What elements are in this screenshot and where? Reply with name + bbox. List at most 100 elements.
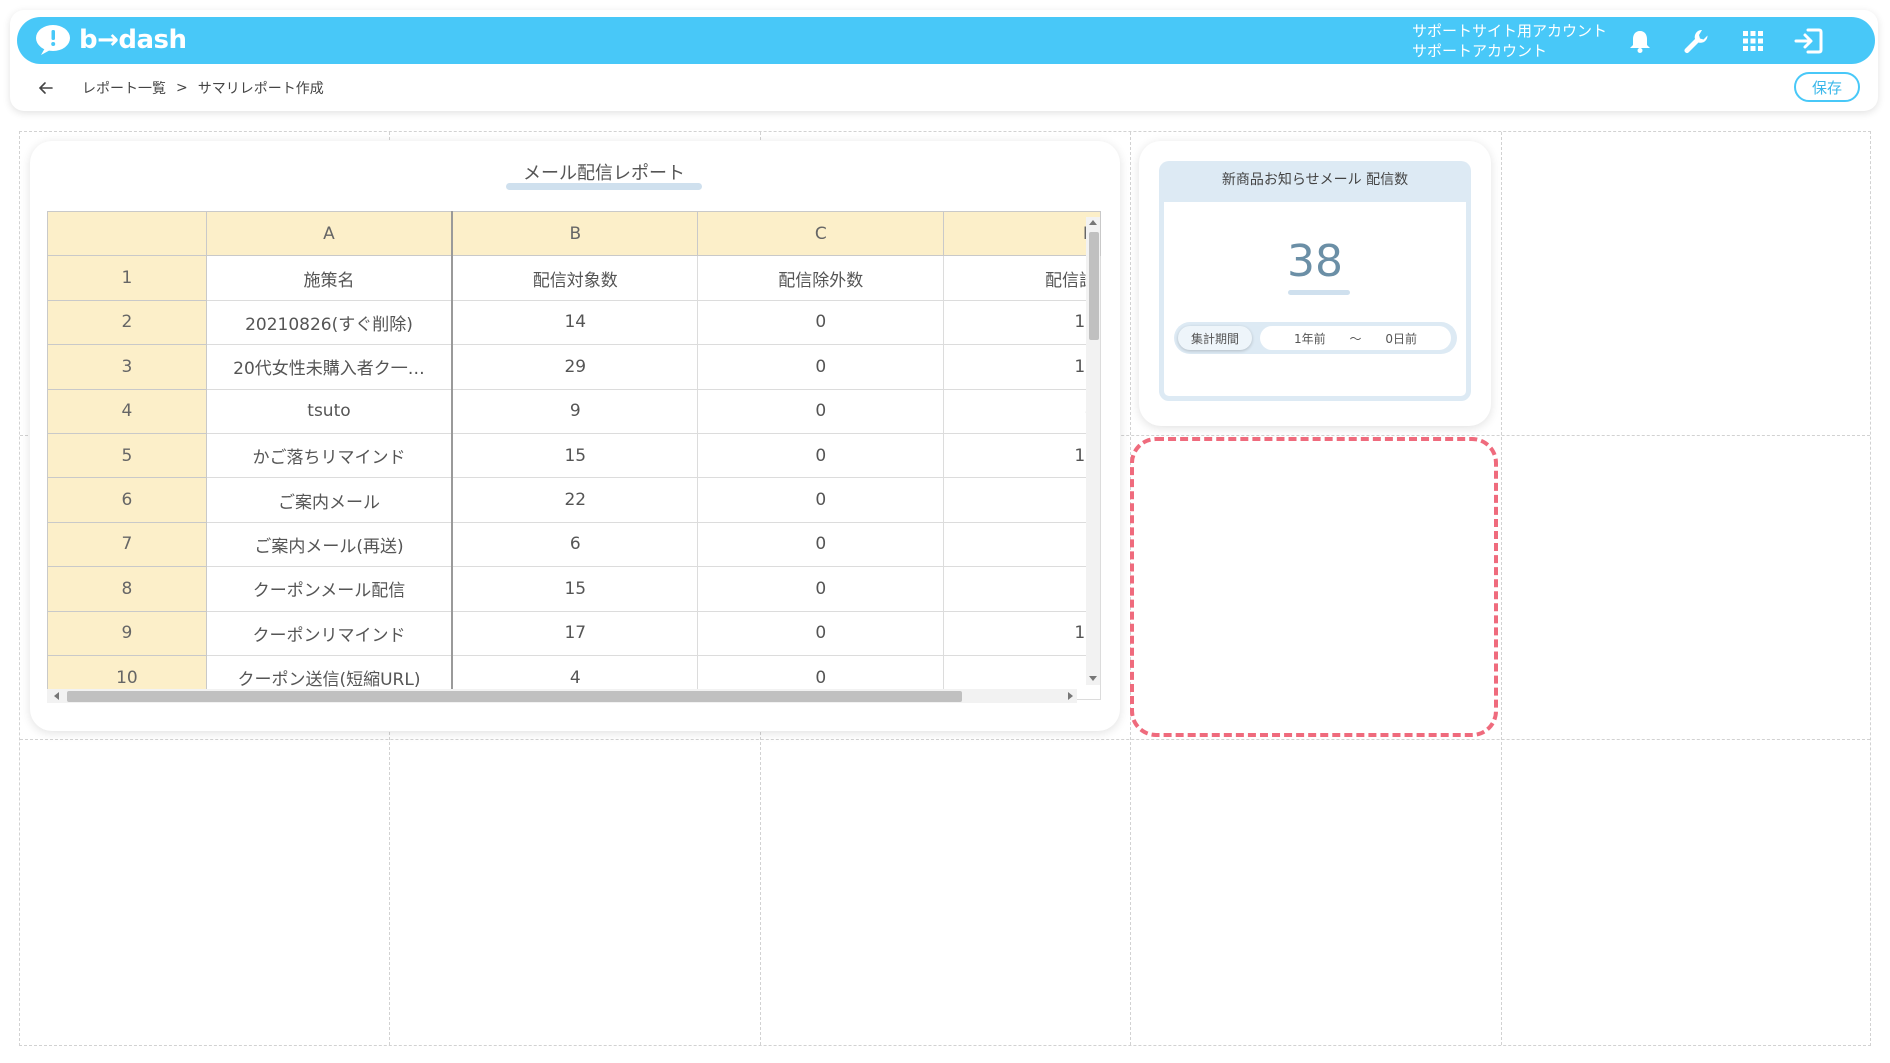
grid-icon[interactable] bbox=[1738, 26, 1768, 56]
table-row: 320代女性未購入者ク一…29015 bbox=[47, 344, 1101, 390]
scroll-down-icon[interactable] bbox=[1089, 676, 1097, 681]
cell-b[interactable]: 17 bbox=[451, 610, 699, 656]
wrench-icon[interactable] bbox=[1681, 26, 1711, 56]
cell-c[interactable]: 配信除外数 bbox=[697, 255, 945, 301]
cell-d[interactable]: 15 bbox=[943, 344, 1101, 390]
scroll-up-icon[interactable] bbox=[1089, 220, 1097, 225]
cell-c[interactable]: 0 bbox=[697, 388, 945, 434]
cell-b[interactable]: 15 bbox=[451, 432, 699, 479]
cell-a[interactable]: 20210826(すぐ削除) bbox=[205, 299, 454, 346]
cell-d[interactable]: 1 bbox=[943, 477, 1101, 523]
cell-c[interactable]: 0 bbox=[697, 344, 945, 390]
row-number-cell[interactable]: 3 bbox=[47, 344, 207, 390]
cell-b[interactable]: 15 bbox=[451, 566, 699, 612]
cell-a[interactable]: クーポンメール配信 bbox=[205, 566, 454, 612]
table-row: 1 施策名 配信対象数 配信除外数 配信試 bbox=[47, 255, 1101, 301]
row-number-cell[interactable]: 1 bbox=[47, 255, 207, 301]
cell-b[interactable]: 22 bbox=[451, 477, 699, 523]
period-separator: ～ bbox=[1349, 331, 1362, 346]
save-button[interactable]: 保存 bbox=[1794, 72, 1860, 102]
cell-a[interactable]: ご案内メール(再送) bbox=[205, 521, 454, 568]
top-navigation-bar: b→dash サポートサイト用アカウント サポートアカウント bbox=[17, 17, 1875, 64]
row-number-cell[interactable]: 6 bbox=[47, 477, 207, 523]
table-row: 8クーポンメール配信1501 bbox=[47, 566, 1101, 612]
report-spreadsheet[interactable]: A B C D 1施策名配信対象数配信除外数配信試220210826(すぐ削除)… bbox=[47, 211, 1101, 711]
row-number-cell[interactable]: 4 bbox=[47, 388, 207, 434]
kpi-widget[interactable]: 新商品お知らせメール 配信数 38 集計期間 1年前 ～ 0日前 bbox=[1139, 141, 1491, 426]
table-row: 220210826(すぐ削除)14010 bbox=[47, 299, 1101, 346]
cell-c[interactable]: 0 bbox=[697, 477, 945, 523]
row-number-cell[interactable]: 9 bbox=[47, 610, 207, 656]
cell-a[interactable]: tsuto bbox=[205, 388, 454, 434]
horizontal-scroll-thumb[interactable] bbox=[67, 691, 962, 702]
brand-name: b→dash bbox=[79, 25, 187, 55]
kpi-value-underline bbox=[1288, 290, 1350, 295]
breadcrumb-parent-link[interactable]: レポート一覧 bbox=[82, 78, 166, 98]
cell-b[interactable]: 9 bbox=[451, 388, 699, 434]
row-number-cell[interactable]: 5 bbox=[47, 432, 207, 479]
table-row: 4tsuto904 bbox=[47, 388, 1101, 434]
breadcrumb-current: サマリレポート作成 bbox=[197, 81, 324, 97]
account-info[interactable]: サポートサイト用アカウント サポートアカウント bbox=[1412, 21, 1607, 61]
logo-bubble-icon bbox=[35, 24, 73, 56]
table-row: 7ご案内メール(再送)601 bbox=[47, 521, 1101, 568]
period-label: 集計期間 bbox=[1178, 326, 1252, 350]
vertical-scroll-thumb[interactable] bbox=[1089, 232, 1099, 340]
cell-b[interactable]: 配信対象数 bbox=[451, 255, 699, 301]
breadcrumb-separator: > bbox=[176, 80, 188, 96]
row-number-cell[interactable]: 2 bbox=[47, 299, 207, 346]
cell-b[interactable]: 6 bbox=[451, 521, 699, 568]
cell-d[interactable]: 配信試 bbox=[943, 255, 1101, 301]
arrow-left-icon[interactable] bbox=[36, 78, 56, 98]
cell-c[interactable]: 0 bbox=[697, 432, 945, 479]
row-number-cell[interactable]: 8 bbox=[47, 566, 207, 612]
cell-d[interactable]: 10 bbox=[943, 432, 1101, 479]
cell-d[interactable]: 1 bbox=[943, 566, 1101, 612]
cell-d[interactable]: 4 bbox=[943, 388, 1101, 434]
cell-b[interactable]: 14 bbox=[451, 299, 699, 346]
cell-a[interactable]: かご落ちリマインド bbox=[205, 432, 454, 479]
cell-c[interactable]: 0 bbox=[697, 566, 945, 612]
bell-icon[interactable] bbox=[1625, 26, 1655, 56]
sheet-corner-cell[interactable] bbox=[47, 211, 207, 257]
breadcrumb: レポート一覧 > サマリレポート作成 bbox=[36, 78, 324, 98]
period-selector[interactable]: 集計期間 1年前 ～ 0日前 bbox=[1174, 322, 1457, 354]
account-line-1: サポートサイト用アカウント bbox=[1412, 22, 1608, 40]
table-row: 5かご落ちリマインド15010 bbox=[47, 432, 1101, 479]
grid-line bbox=[1501, 132, 1502, 1045]
cell-a[interactable]: 施策名 bbox=[205, 255, 454, 301]
kpi-body: 38 集計期間 1年前 ～ 0日前 bbox=[1159, 197, 1471, 401]
cell-d[interactable]: 10 bbox=[943, 610, 1101, 656]
column-header[interactable]: A bbox=[205, 211, 454, 257]
scroll-right-icon[interactable] bbox=[1068, 692, 1073, 700]
table-row: 9クーポンリマインド17010 bbox=[47, 610, 1101, 656]
column-header[interactable]: C bbox=[697, 211, 945, 257]
brand-logo[interactable]: b→dash bbox=[35, 24, 187, 56]
kpi-value: 38 bbox=[1287, 236, 1343, 287]
row-number-cell[interactable]: 7 bbox=[47, 521, 207, 568]
cell-d[interactable]: 10 bbox=[943, 299, 1101, 346]
column-header[interactable]: B bbox=[451, 211, 699, 257]
period-to: 0日前 bbox=[1385, 331, 1418, 346]
title-underline bbox=[506, 183, 702, 190]
account-line-2: サポートアカウント bbox=[1412, 42, 1548, 60]
report-title: メール配信レポート bbox=[523, 163, 685, 184]
grid-line bbox=[20, 739, 1870, 740]
column-header[interactable]: D bbox=[943, 211, 1101, 257]
scroll-left-icon[interactable] bbox=[54, 692, 59, 700]
kpi-title: 新商品お知らせメール 配信数 bbox=[1159, 161, 1471, 197]
mail-report-widget[interactable]: メール配信レポート A B C D 1施策名配信対象数配信除外数配信試22021… bbox=[30, 141, 1120, 731]
cell-b[interactable]: 29 bbox=[451, 344, 699, 390]
cell-a[interactable]: クーポンリマインド bbox=[205, 610, 454, 656]
cell-c[interactable]: 0 bbox=[697, 299, 945, 346]
empty-widget-slot-highlight[interactable] bbox=[1130, 437, 1498, 737]
cell-c[interactable]: 0 bbox=[697, 521, 945, 568]
period-range[interactable]: 1年前 ～ 0日前 bbox=[1260, 326, 1451, 350]
cell-a[interactable]: 20代女性未購入者ク一… bbox=[205, 344, 454, 390]
period-from: 1年前 bbox=[1293, 331, 1326, 346]
cell-d[interactable]: 1 bbox=[943, 521, 1101, 568]
cell-a[interactable]: ご案内メール bbox=[205, 477, 454, 523]
cell-c[interactable]: 0 bbox=[697, 610, 945, 656]
table-row: 6ご案内メール2201 bbox=[47, 477, 1101, 523]
logout-icon[interactable] bbox=[1793, 26, 1823, 56]
